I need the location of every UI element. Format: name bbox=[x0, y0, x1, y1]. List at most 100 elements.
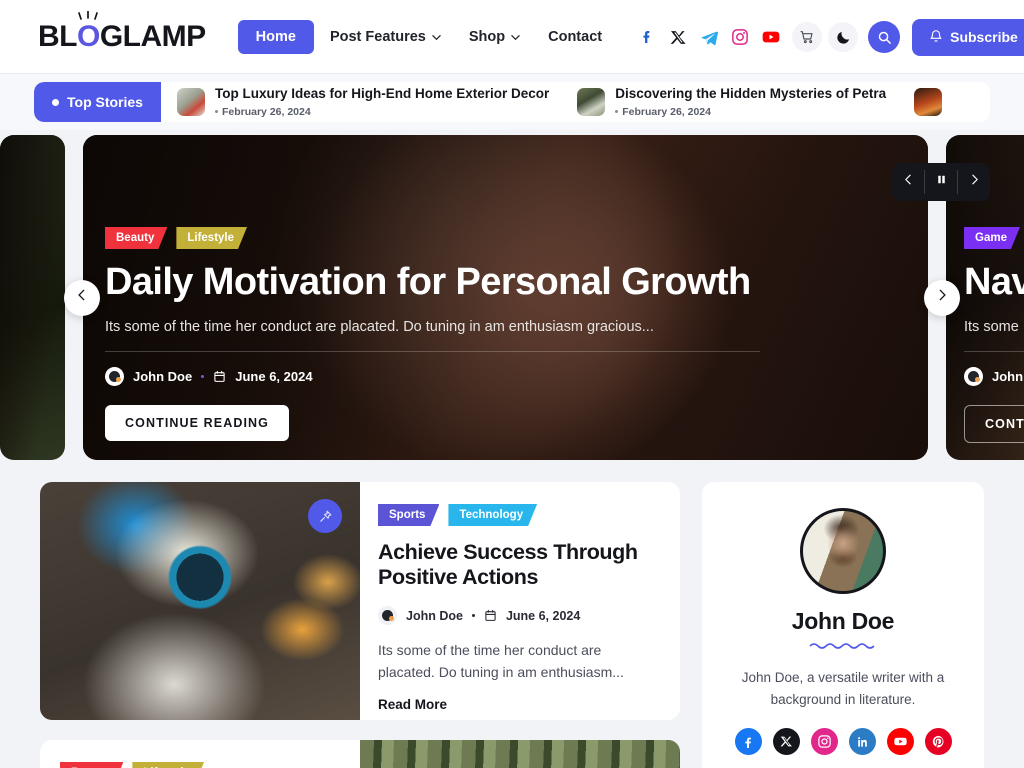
read-more-link[interactable]: Read More bbox=[378, 697, 660, 712]
hero-slide-active[interactable]: Beauty Lifestyle Daily Motivation for Pe… bbox=[83, 135, 928, 460]
avatar bbox=[105, 367, 124, 387]
hero-excerpt: Its some bbox=[964, 319, 1019, 336]
chevron-right-icon bbox=[935, 288, 949, 307]
youtube-icon[interactable] bbox=[760, 26, 782, 48]
search-icon[interactable] bbox=[868, 21, 901, 53]
ticker-item[interactable] bbox=[914, 88, 943, 116]
instagram-icon[interactable] bbox=[810, 728, 838, 756]
ticker-controls bbox=[892, 163, 990, 201]
x-twitter-icon[interactable] bbox=[667, 26, 689, 48]
author-bio: John Doe, a versatile writer with a back… bbox=[741, 670, 945, 707]
ticker-date-wrap: February 26, 2024 bbox=[615, 106, 886, 118]
dot-icon bbox=[615, 110, 619, 114]
pin-icon[interactable] bbox=[308, 499, 342, 533]
ticker-thumbnail bbox=[914, 88, 943, 116]
hero-excerpt: Its some of the time her conduct are pla… bbox=[105, 319, 654, 336]
top-stories-label: Top Stories bbox=[67, 94, 143, 110]
site-header: BL O GLAMP Home Post Features Shop Conta… bbox=[0, 0, 1024, 74]
hero-slide-content: Game Nav Its some John CONT bbox=[964, 227, 1024, 444]
ticker-next-button[interactable] bbox=[958, 163, 990, 201]
nav-item-home[interactable]: Home bbox=[237, 20, 314, 54]
subscribe-button[interactable]: Subscribe bbox=[912, 18, 1024, 56]
post-tag[interactable]: Sports bbox=[378, 504, 439, 526]
chevron-left-icon bbox=[75, 288, 89, 307]
hero-tag[interactable]: Game bbox=[964, 227, 1020, 249]
post-tag[interactable]: Technology bbox=[448, 504, 537, 526]
x-twitter-icon[interactable] bbox=[772, 728, 800, 756]
post-thumbnail[interactable] bbox=[360, 740, 680, 768]
hero-slide-previous[interactable] bbox=[0, 135, 65, 460]
post-date: June 6, 2024 bbox=[505, 608, 581, 623]
dot-icon bbox=[214, 110, 218, 114]
ticker-item-list: Top Luxury Ideas for High-End Home Exter… bbox=[161, 86, 990, 118]
post-author[interactable]: John Doe bbox=[406, 609, 463, 623]
dot-icon bbox=[471, 614, 475, 618]
pause-icon bbox=[935, 173, 948, 191]
calendar-icon bbox=[484, 609, 497, 622]
facebook-icon[interactable] bbox=[636, 26, 658, 48]
divider bbox=[964, 351, 1024, 353]
top-stories-badge: Top Stories bbox=[34, 82, 161, 122]
hero-title[interactable]: Daily Motivation for Personal Growth bbox=[105, 261, 906, 303]
hero-meta: John Doe June 6, 2024 bbox=[105, 367, 906, 387]
hero-next-button[interactable] bbox=[924, 279, 960, 316]
post-tag[interactable]: Lifestyle bbox=[132, 762, 204, 768]
author-widget: John Doe John Doe, a versatile writer wi… bbox=[702, 482, 984, 768]
dot-icon bbox=[52, 98, 59, 106]
logo-lamp-o: O bbox=[77, 11, 100, 54]
linkedin-icon[interactable] bbox=[848, 728, 876, 756]
nav-item-post-features[interactable]: Post Features bbox=[318, 20, 453, 54]
hero-author[interactable]: John bbox=[992, 369, 1023, 384]
hero-date: June 6, 2024 bbox=[235, 369, 313, 385]
ticker-date: February 26, 2024 bbox=[221, 105, 311, 118]
dot-icon bbox=[201, 375, 205, 379]
post-tag-list: Beauty Lifestyle bbox=[60, 762, 342, 768]
ticker-prev-button[interactable] bbox=[892, 163, 924, 201]
hero-tag[interactable]: Lifestyle bbox=[176, 227, 247, 249]
post-meta: John Doe June 6, 2024 bbox=[378, 606, 660, 626]
moon-icon[interactable] bbox=[828, 22, 859, 52]
site-logo[interactable]: BL O GLAMP bbox=[38, 11, 206, 54]
ticker-item[interactable]: Top Luxury Ideas for High-End Home Exter… bbox=[176, 86, 549, 118]
post-thumbnail[interactable] bbox=[40, 482, 360, 720]
post-tag-list: Sports Technology bbox=[378, 504, 660, 526]
nav-label-shop: Shop bbox=[468, 29, 506, 45]
post-title[interactable]: Achieve Success Through Positive Actions bbox=[378, 540, 660, 590]
top-stories-ticker: Top Stories Top Luxury Ideas for High-En… bbox=[0, 74, 1024, 201]
telegram-icon[interactable] bbox=[698, 26, 720, 48]
nav-label-post-features: Post Features bbox=[329, 29, 426, 45]
hero-slider: Beauty Lifestyle Daily Motivation for Pe… bbox=[0, 135, 1024, 460]
post-excerpt: Its some of the time her conduct are pla… bbox=[378, 642, 624, 680]
chevron-right-icon bbox=[968, 173, 981, 191]
instagram-icon[interactable] bbox=[729, 26, 751, 48]
ticker-pause-button[interactable] bbox=[925, 163, 957, 201]
post-card: Sports Technology Achieve Success Throug… bbox=[40, 482, 680, 720]
pinterest-icon[interactable] bbox=[924, 728, 952, 756]
nav-item-contact[interactable]: Contact bbox=[536, 20, 614, 54]
logo-text-o: O bbox=[77, 20, 100, 53]
avatar bbox=[800, 508, 886, 594]
author-social-links bbox=[722, 728, 964, 756]
main-navigation: Home Post Features Shop Contact bbox=[237, 20, 614, 54]
post-tag[interactable]: Beauty bbox=[60, 762, 123, 768]
post-content: Beauty Lifestyle bbox=[40, 740, 360, 768]
ticker-thumbnail bbox=[577, 88, 606, 116]
post-card: Beauty Lifestyle bbox=[40, 740, 680, 768]
nav-label-home: Home bbox=[255, 29, 296, 45]
youtube-icon[interactable] bbox=[886, 728, 914, 756]
hero-title[interactable]: Nav bbox=[964, 261, 1024, 303]
hero-author[interactable]: John Doe bbox=[133, 369, 192, 384]
cart-icon[interactable] bbox=[792, 22, 823, 52]
continue-reading-button[interactable]: CONT bbox=[964, 405, 1024, 444]
calendar-icon bbox=[213, 370, 226, 383]
continue-reading-button[interactable]: CONTINUE READING bbox=[105, 405, 289, 442]
hero-tag[interactable]: Beauty bbox=[105, 227, 167, 249]
hero-prev-button[interactable] bbox=[64, 279, 100, 316]
sidebar-column: John Doe John Doe, a versatile writer wi… bbox=[702, 482, 984, 768]
header-social-links bbox=[636, 26, 782, 48]
ticker-item[interactable]: Discovering the Hidden Mysteries of Petr… bbox=[577, 86, 887, 118]
facebook-icon[interactable] bbox=[734, 728, 762, 756]
spark-icon bbox=[78, 11, 99, 20]
nav-item-shop[interactable]: Shop bbox=[457, 20, 532, 54]
ticker-title: Discovering the Hidden Mysteries of Petr… bbox=[615, 86, 887, 102]
